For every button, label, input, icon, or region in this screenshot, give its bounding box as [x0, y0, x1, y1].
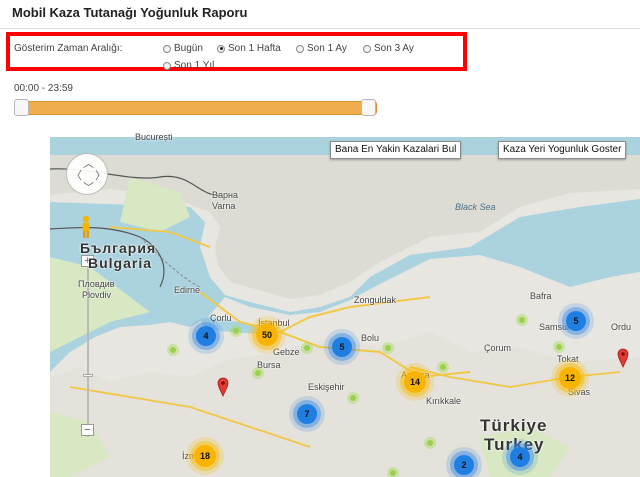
radio-label: Son 3 Ay	[374, 43, 414, 54]
cluster-samsun[interactable]: 5	[566, 311, 586, 331]
time-slider-track[interactable]	[15, 101, 377, 115]
pan-right-icon[interactable]: 〉	[95, 167, 106, 183]
radio-label: Bugün	[174, 43, 203, 54]
accident-dot[interactable]	[519, 317, 525, 323]
radio-label: Son 1 Yıl	[174, 60, 215, 71]
cluster-tokat[interactable]: 12	[559, 367, 581, 389]
accident-dot[interactable]	[427, 440, 433, 446]
accident-dot[interactable]	[255, 370, 261, 376]
radio-button[interactable]	[217, 44, 225, 53]
map-background	[50, 137, 640, 477]
radio-label: Son 1 Ay	[307, 43, 347, 54]
radio-button[interactable]	[296, 44, 304, 53]
map-area[interactable]	[50, 137, 640, 477]
find-nearest-accidents-button[interactable]: Bana En Yakin Kazalari Bul	[330, 141, 462, 159]
radio-button[interactable]	[163, 44, 171, 53]
accident-dot[interactable]	[556, 344, 562, 350]
accident-dot[interactable]	[170, 347, 176, 353]
label-bursa: Bursa	[257, 360, 281, 370]
pan-left-icon[interactable]: 〈	[71, 167, 82, 183]
map-marker-icon[interactable]	[617, 348, 629, 368]
cluster-istanbul[interactable]: 50	[256, 324, 278, 346]
radio-son-1-ay[interactable]: Son 1 Ay	[296, 43, 347, 54]
radio-son-3-ay[interactable]: Son 3 Ay	[363, 43, 414, 54]
radio-bugun[interactable]: Bugün	[163, 43, 203, 54]
show-density-button[interactable]: Kaza Yeri Yogunluk Goster	[498, 141, 627, 159]
cluster-ankara[interactable]: 14	[404, 371, 426, 393]
radio-son-1-hafta[interactable]: Son 1 Hafta	[217, 43, 281, 54]
label-plovdiv: Plovdiv	[82, 290, 112, 300]
label-kirikkale: Kırıkkale	[426, 396, 462, 406]
label-black-sea: Black Sea	[455, 202, 496, 212]
time-range-value: 00:00 - 23:59	[14, 83, 73, 94]
zoom-slider-handle[interactable]	[83, 374, 93, 377]
label-bafra: Bafra	[530, 291, 552, 301]
time-range-label: Gösterim Zaman Aralığı:	[14, 43, 123, 54]
accident-dot[interactable]	[440, 364, 446, 370]
pegman-icon[interactable]	[80, 215, 92, 239]
label-zonguldak: Zonguldak	[354, 295, 397, 305]
label-bucuresti: București	[135, 132, 173, 142]
slider-end-handle[interactable]	[361, 99, 376, 116]
label-varna-cyr: Варна	[212, 190, 238, 200]
accident-dot[interactable]	[390, 470, 396, 476]
zoom-out-button[interactable]: −	[81, 424, 94, 436]
title-divider	[0, 28, 640, 29]
label-bulgaria-cyr: България	[80, 240, 157, 256]
slider-start-handle[interactable]	[14, 99, 29, 116]
label-varna: Varna	[212, 201, 236, 211]
label-eskisehir: Eskişehir	[308, 382, 345, 392]
label-bulgaria: Bulgaria	[88, 255, 153, 271]
label-corlu: Çorlu	[210, 313, 232, 323]
label-bolu: Bolu	[361, 333, 380, 343]
cluster-corlu[interactable]: 4	[196, 326, 216, 346]
label-plovdiv-cyr: Пловдив	[78, 279, 115, 289]
radio-son-1-yil[interactable]: Son 1 Yıl	[163, 60, 214, 71]
radio-button[interactable]	[363, 44, 371, 53]
radio-label: Son 1 Hafta	[228, 43, 281, 54]
label-ordu: Ordu	[611, 322, 632, 332]
label-tokat: Tokat	[557, 354, 579, 364]
accident-dot[interactable]	[350, 395, 356, 401]
map-marker-icon[interactable]	[217, 377, 229, 397]
pan-down-icon[interactable]: ﹀	[83, 179, 94, 195]
label-turkiye: Türkiye	[480, 416, 548, 435]
accident-dot[interactable]	[233, 328, 239, 334]
cluster-izmir[interactable]: 18	[194, 445, 216, 467]
radio-button[interactable]	[163, 61, 171, 70]
cluster-south[interactable]: 4	[510, 447, 530, 467]
page-title: Mobil Kaza Tutanağı Yoğunluk Raporu	[12, 5, 248, 20]
cluster-konya[interactable]: 2	[454, 455, 474, 475]
accident-dot[interactable]	[304, 345, 310, 351]
label-corum: Çorum	[484, 343, 512, 353]
label-gebze: Gebze	[273, 347, 300, 357]
map-pan-control[interactable]: ︿ ﹀ 〈 〉	[66, 153, 108, 195]
cluster-eskisehir[interactable]: 7	[297, 404, 317, 424]
pan-up-icon[interactable]: ︿	[83, 155, 94, 171]
label-edirne: Edirne	[174, 285, 201, 295]
accident-dot[interactable]	[385, 345, 391, 351]
cluster-bolu[interactable]: 5	[332, 337, 352, 357]
